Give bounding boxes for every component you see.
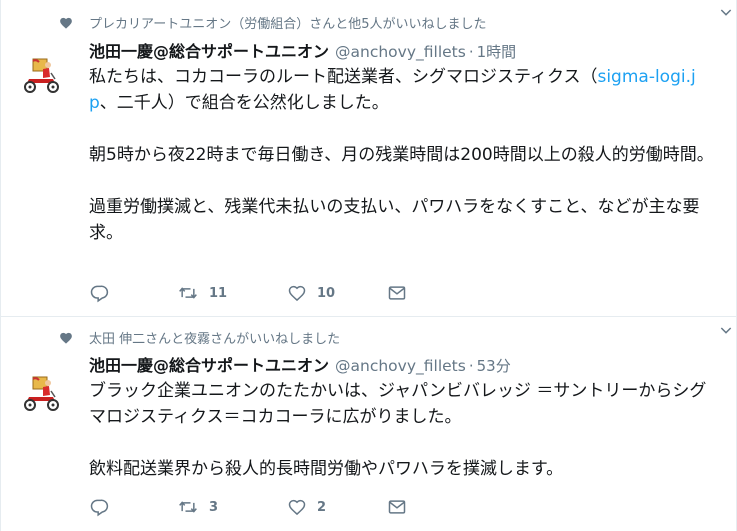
tweet-header: 池田一慶@総合サポートユニオン @anchovy_fillets · 1時間 <box>89 38 722 62</box>
tweet-text-part: 、二千人）で組合を公然化しました。 朝5時から夜22時まで毎日働き、月の残業時間… <box>89 93 714 243</box>
social-context: 太田 伸二さんと夜霧さんがいいねしました <box>59 328 340 347</box>
tweet-content: 池田一慶@総合サポートユニオン @anchovy_fillets · 1時間 私… <box>89 38 722 246</box>
tweet-content: 池田一慶@総合サポートユニオン @anchovy_fillets · 53分 ブ… <box>89 352 722 482</box>
direct-message-icon <box>388 286 406 300</box>
timestamp[interactable]: 53分 <box>477 355 511 376</box>
tweet-text: ブラック企業ユニオンのたたかいは、ジャパンビバレッジ ＝サントリーからシグマロジ… <box>89 381 707 479</box>
like-button[interactable]: 10 <box>287 283 387 303</box>
retweet-icon <box>179 501 197 513</box>
chevron-down-icon[interactable] <box>718 4 734 20</box>
tweet[interactable]: 太田 伸二さんと夜霧さんがいいねしました 池田一慶@総合サポートユニオン @an… <box>1 318 736 531</box>
avatar-rider-icon <box>24 58 59 93</box>
separator-dot: · <box>468 43 474 61</box>
author-name[interactable]: 池田一慶@総合サポートユニオン <box>89 352 329 376</box>
reply-button[interactable] <box>89 283 177 303</box>
separator-dot: · <box>468 357 474 375</box>
timestamp[interactable]: 1時間 <box>477 41 517 62</box>
avatar[interactable] <box>17 367 67 417</box>
like-icon <box>288 285 306 302</box>
author-handle[interactable]: @anchovy_fillets <box>335 43 466 61</box>
avatar[interactable] <box>17 49 67 99</box>
like-button[interactable]: 2 <box>287 497 387 517</box>
reply-button[interactable] <box>89 497 177 517</box>
heart-icon <box>60 332 72 344</box>
tweet-text-part: 私たちは、コカコーラのルート配送業者、シグマロジスティクス（ <box>89 67 598 87</box>
chevron-down-icon[interactable] <box>718 322 734 338</box>
reply-icon <box>90 499 109 517</box>
retweet-button[interactable]: 11 <box>177 283 287 303</box>
like-icon <box>288 499 306 516</box>
heart-icon <box>60 17 72 29</box>
direct-message-icon <box>388 500 406 514</box>
social-context-text[interactable]: 太田 伸二さんと夜霧さんがいいねしました <box>89 328 340 347</box>
social-context: プレカリアートユニオン（労働組合）さんと他5人がいいねしました <box>59 13 487 32</box>
author-handle[interactable]: @anchovy_fillets <box>335 357 466 375</box>
timeline: プレカリアートユニオン（労働組合）さんと他5人がいいねしました 池田一慶@総合サ… <box>0 0 737 531</box>
social-context-text[interactable]: プレカリアートユニオン（労働組合）さんと他5人がいいねしました <box>89 13 487 32</box>
tweet-actions: 3 2 <box>89 495 417 519</box>
tweet[interactable]: プレカリアートユニオン（労働組合）さんと他5人がいいねしました 池田一慶@総合サ… <box>1 0 736 317</box>
direct-message-button[interactable] <box>387 497 417 517</box>
reply-icon <box>90 285 109 303</box>
like-count: 10 <box>317 285 336 301</box>
retweet-count: 3 <box>209 499 219 515</box>
tweet-actions: 11 10 <box>89 281 417 305</box>
retweet-count: 11 <box>209 285 228 301</box>
retweet-button[interactable]: 3 <box>177 497 287 517</box>
like-count: 2 <box>317 499 327 515</box>
tweet-text: 私たちは、コカコーラのルート配送業者、シグマロジスティクス（sigma-logi… <box>89 64 722 246</box>
direct-message-button[interactable] <box>387 283 417 303</box>
avatar-rider-icon <box>24 376 59 411</box>
tweet-header: 池田一慶@総合サポートユニオン @anchovy_fillets · 53分 <box>89 352 722 376</box>
retweet-icon <box>179 287 197 299</box>
author-name[interactable]: 池田一慶@総合サポートユニオン <box>89 38 329 62</box>
